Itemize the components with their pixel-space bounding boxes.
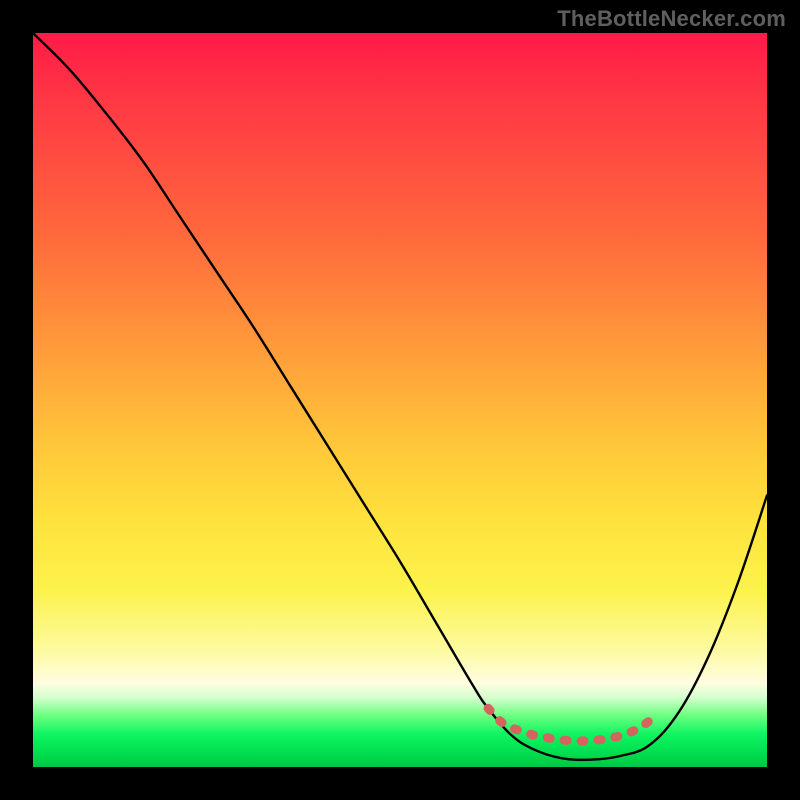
attribution-watermark: TheBottleNecker.com	[557, 6, 786, 32]
plot-area	[33, 33, 767, 767]
chart-frame: TheBottleNecker.com	[0, 0, 800, 800]
curve-overlay	[33, 33, 767, 767]
bottleneck-curve	[33, 33, 767, 760]
